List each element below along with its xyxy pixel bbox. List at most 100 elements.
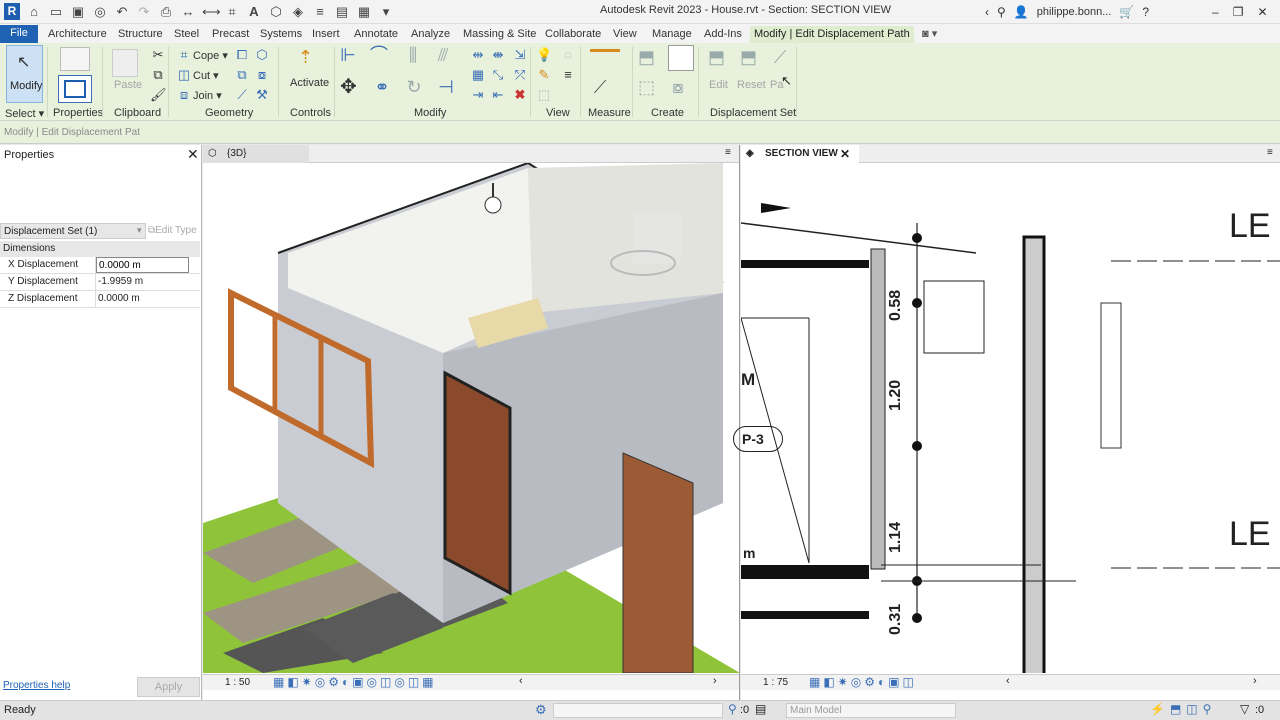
properties-help-link[interactable]: Properties help — [3, 680, 70, 691]
worksharing-icon[interactable]: ⚙ — [535, 702, 547, 718]
edit-button[interactable]: Edit — [709, 79, 728, 91]
home-icon[interactable]: ⌂ — [26, 4, 42, 20]
properties-button-icon[interactable] — [58, 75, 92, 103]
view-control-icons[interactable]: ▦◧✷◎⚙◐▣◫ — [809, 675, 917, 689]
split-face-icon[interactable]: ⧉ — [234, 67, 250, 83]
workset-dropdown[interactable] — [553, 703, 723, 718]
scroll-left-icon[interactable]: ‹ — [519, 675, 523, 687]
modify-button[interactable]: ↖ Modify — [6, 45, 43, 103]
mirror-axis-icon[interactable]: ⫼ — [405, 46, 421, 64]
wall-joins-icon[interactable]: ⧠ — [234, 47, 250, 63]
create-assembly-icon[interactable]: ⬒ — [638, 48, 655, 66]
view-control-icons[interactable]: ▦◧✷◎⚙◐▣◎◫◎◫▦ — [273, 675, 437, 689]
scroll-right-icon[interactable]: › — [713, 675, 717, 687]
tab-annotate[interactable]: Annotate — [350, 26, 402, 43]
minimize-icon[interactable]: – — [1212, 5, 1219, 19]
design-option-icon[interactable]: ▤ — [755, 702, 766, 716]
tab-3d-view[interactable]: ⬡ {3D} — [203, 145, 309, 163]
restore-icon[interactable]: ❐ — [1233, 5, 1244, 19]
selection-toggle-icons[interactable]: ⚡⬒◫⚲ — [1150, 702, 1216, 716]
align-icon[interactable]: ⊩ — [340, 46, 356, 64]
level-label[interactable]: LE — [1229, 207, 1271, 246]
dimension-label[interactable]: 0.58 — [887, 290, 905, 321]
delete-icon[interactable]: ✖ — [512, 87, 528, 103]
tab-massing-site[interactable]: Massing & Site — [459, 26, 540, 43]
tab-modify-edit-displacement-path[interactable]: Modify | Edit Displacement Path — [750, 26, 914, 43]
hide-element-icon[interactable]: ◌ — [560, 47, 576, 63]
paint-icon[interactable]: ⧇ — [254, 67, 270, 83]
override-graphics-icon[interactable]: ✎ — [536, 67, 552, 83]
tab-systems[interactable]: Systems — [256, 26, 306, 43]
reset-button[interactable]: Reset — [737, 79, 766, 91]
type-properties-icon[interactable] — [60, 47, 90, 71]
3d-model-canvas[interactable] — [203, 163, 740, 673]
tab-analyze[interactable]: Analyze — [407, 26, 454, 43]
copy-icon[interactable]: ⧉ — [150, 67, 166, 83]
match-properties-icon[interactable]: 🖌 — [150, 87, 167, 103]
binoculars-icon[interactable]: ⚲ — [997, 5, 1006, 19]
level-label[interactable]: LE — [1229, 515, 1271, 554]
redo-icon[interactable]: ↷ — [136, 4, 152, 20]
text-icon[interactable]: A — [246, 4, 262, 20]
z-displacement-value[interactable]: 0.0000 m — [98, 293, 140, 304]
measure-icon[interactable]: ↔ — [180, 4, 196, 20]
tag-icon[interactable]: ⌗ — [224, 4, 240, 20]
default-3d-icon[interactable]: ⬡ — [268, 4, 284, 20]
dimension-icon[interactable]: ⟷ — [202, 4, 221, 20]
type-selector[interactable]: Displacement Set (1) ▾ — [0, 223, 146, 239]
close-icon[interactable]: ✕ — [187, 146, 199, 163]
dimension-label[interactable]: 0.31 — [887, 604, 905, 635]
dimension-label[interactable]: 1.14 — [887, 522, 905, 553]
cope-button[interactable]: Cope ▾ — [193, 49, 228, 62]
tab-add-ins[interactable]: Add-Ins — [700, 26, 746, 43]
tab-precast[interactable]: Precast — [208, 26, 253, 43]
unpin-icon[interactable]: ⇲ — [512, 47, 528, 63]
filter-icon[interactable]: ⚲ — [728, 702, 737, 716]
linework-icon[interactable]: ≡ — [560, 67, 576, 83]
tag-label[interactable]: P-3 — [733, 426, 783, 452]
apply-button[interactable]: Apply — [137, 677, 200, 697]
print-icon[interactable]: ⎙ — [158, 4, 174, 20]
view-3d[interactable]: ⬡ {3D} ≡ 1 : 50 ▦◧✷◎⚙◐▣◎◫◎◫▦ ‹ › — [203, 145, 740, 700]
paste-icon[interactable] — [112, 49, 138, 77]
view-menu-icon[interactable]: ≡ — [1267, 147, 1273, 158]
save-icon[interactable]: ▣ — [70, 4, 86, 20]
open-icon[interactable]: ▭ — [48, 4, 64, 20]
close-window-icon[interactable]: ✕ — [1257, 5, 1267, 19]
extend-icon[interactable]: ⇤ — [490, 87, 506, 103]
x-displacement-input[interactable] — [96, 257, 189, 273]
path-icon[interactable]: ⟋ — [772, 48, 788, 66]
switch-windows-icon[interactable]: ▦ — [356, 4, 372, 20]
create-group-icon[interactable]: ⬚ — [638, 78, 655, 96]
selection-box-icon[interactable]: ⬚ — [536, 87, 552, 103]
edit-icon[interactable]: ⬒ — [708, 48, 725, 66]
create-parts-icon[interactable] — [668, 45, 694, 71]
pin-icon[interactable]: ⤱ — [512, 67, 528, 83]
help-icon[interactable]: ? — [1142, 5, 1149, 19]
view-scale[interactable]: 1 : 50 — [225, 677, 250, 688]
user-icon[interactable]: 👤 — [1014, 5, 1029, 19]
reset-icon[interactable]: ⬒ — [740, 48, 757, 66]
rotate-icon[interactable]: ↻ — [406, 78, 422, 96]
paste-button[interactable]: Paste — [114, 79, 142, 91]
offset-icon[interactable]: ⌒ — [370, 46, 388, 64]
scroll-right-icon[interactable]: › — [1253, 675, 1257, 687]
thin-lines-icon[interactable]: ≡ — [312, 4, 328, 20]
edit-type-button[interactable]: ⧉Edit Type — [148, 225, 197, 236]
split-gap-icon[interactable]: ⇼ — [490, 47, 506, 63]
tab-structure[interactable]: Structure — [114, 26, 167, 43]
scroll-left-icon[interactable]: ‹ — [1006, 675, 1010, 687]
customize-qat-icon[interactable]: ▾ — [378, 4, 394, 20]
tab-insert[interactable]: Insert — [308, 26, 344, 43]
trim-icon[interactable]: ⊣ — [438, 78, 454, 96]
cut-scissors-icon[interactable]: ✂ — [150, 47, 166, 63]
tab-file[interactable]: File — [0, 25, 38, 43]
copy-element-icon[interactable]: ⚭ — [374, 78, 390, 96]
tab-manage[interactable]: Manage — [648, 26, 696, 43]
hide-bulb-icon[interactable]: 💡 — [536, 47, 552, 63]
view-menu-icon[interactable]: ≡ — [725, 147, 731, 158]
demolish-icon[interactable]: ⟋ — [234, 87, 250, 103]
room-label[interactable]: m — [743, 545, 755, 561]
hammer-icon[interactable]: ⚒ — [254, 87, 270, 103]
cut-button[interactable]: Cut ▾ — [193, 69, 219, 82]
